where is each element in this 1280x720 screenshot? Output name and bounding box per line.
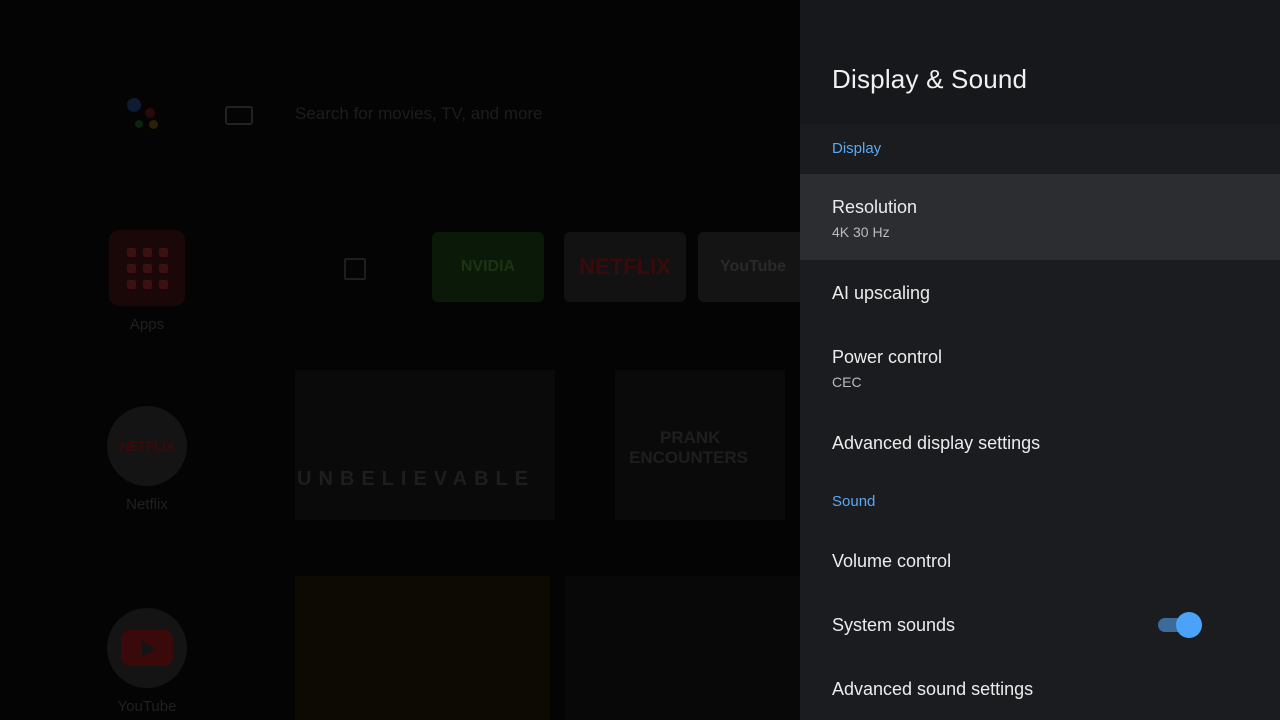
youtube-logo-circle bbox=[107, 608, 187, 688]
poster-row2-b bbox=[565, 576, 800, 720]
setting-ai-upscaling-title: AI upscaling bbox=[832, 283, 931, 303]
system-sounds-toggle[interactable] bbox=[1156, 612, 1202, 638]
keyboard-icon bbox=[225, 106, 253, 125]
home-search-bar: Search for movies, TV, and more bbox=[125, 96, 765, 136]
rail-youtube: YouTube bbox=[107, 608, 187, 715]
setting-system-sounds[interactable]: System sounds bbox=[800, 594, 1280, 654]
setting-advanced-display-title: Advanced display settings bbox=[832, 433, 1041, 453]
setting-system-sounds-title: System sounds bbox=[832, 615, 956, 635]
external-link-icon bbox=[344, 258, 366, 280]
fav-netflix: NETFLIX bbox=[564, 232, 686, 302]
setting-power-control[interactable]: Power control CEC bbox=[800, 326, 1280, 412]
poster-prank-encounters: PRANK ENCOUNTERS bbox=[615, 370, 785, 520]
fav-youtube: YouTube bbox=[698, 232, 808, 302]
setting-advanced-display[interactable]: Advanced display settings bbox=[800, 412, 1280, 472]
poster-unbelievable: UNBELIEVABLE bbox=[295, 370, 555, 520]
display-sound-panel: Display & Sound Display Resolution 4K 30… bbox=[800, 0, 1280, 720]
youtube-play-icon bbox=[121, 630, 173, 666]
setting-ai-upscaling[interactable]: AI upscaling bbox=[800, 262, 1280, 322]
tv-screen: Search for movies, TV, and more Apps NET… bbox=[0, 0, 1280, 720]
rail-apps: Apps bbox=[107, 230, 187, 333]
rail-youtube-label: YouTube bbox=[117, 698, 177, 715]
setting-power-control-value: CEC bbox=[832, 374, 862, 390]
rail-apps-label: Apps bbox=[129, 316, 165, 333]
setting-advanced-sound[interactable]: Advanced sound settings bbox=[800, 658, 1280, 718]
netflix-logo: NETFLIX bbox=[119, 438, 175, 454]
netflix-logo-circle: NETFLIX bbox=[107, 406, 187, 486]
setting-power-control-title: Power control bbox=[832, 347, 943, 367]
setting-volume-control[interactable]: Volume control bbox=[800, 530, 1280, 590]
rail-netflix: NETFLIX Netflix bbox=[107, 406, 187, 513]
toggle-knob bbox=[1176, 612, 1202, 638]
fav-nvidia: NVIDIA bbox=[432, 232, 544, 302]
section-display: Display bbox=[832, 140, 882, 157]
google-assistant-icon bbox=[125, 96, 165, 136]
setting-volume-control-title: Volume control bbox=[832, 551, 952, 571]
setting-advanced-sound-title: Advanced sound settings bbox=[832, 679, 1034, 699]
poster-row2-a bbox=[295, 576, 550, 720]
panel-header bbox=[800, 0, 1280, 124]
search-hint: Search for movies, TV, and more bbox=[295, 104, 543, 123]
rail-netflix-label: Netflix bbox=[126, 496, 168, 513]
panel-title: Display & Sound bbox=[832, 64, 1028, 94]
setting-resolution[interactable]: Resolution 4K 30 Hz bbox=[800, 174, 1280, 260]
apps-grid-icon bbox=[109, 230, 185, 306]
home-screen-background: Search for movies, TV, and more Apps NET… bbox=[0, 0, 808, 720]
setting-resolution-value: 4K 30 Hz bbox=[832, 224, 890, 240]
section-sound: Sound bbox=[832, 493, 876, 510]
setting-resolution-title: Resolution bbox=[832, 197, 918, 217]
